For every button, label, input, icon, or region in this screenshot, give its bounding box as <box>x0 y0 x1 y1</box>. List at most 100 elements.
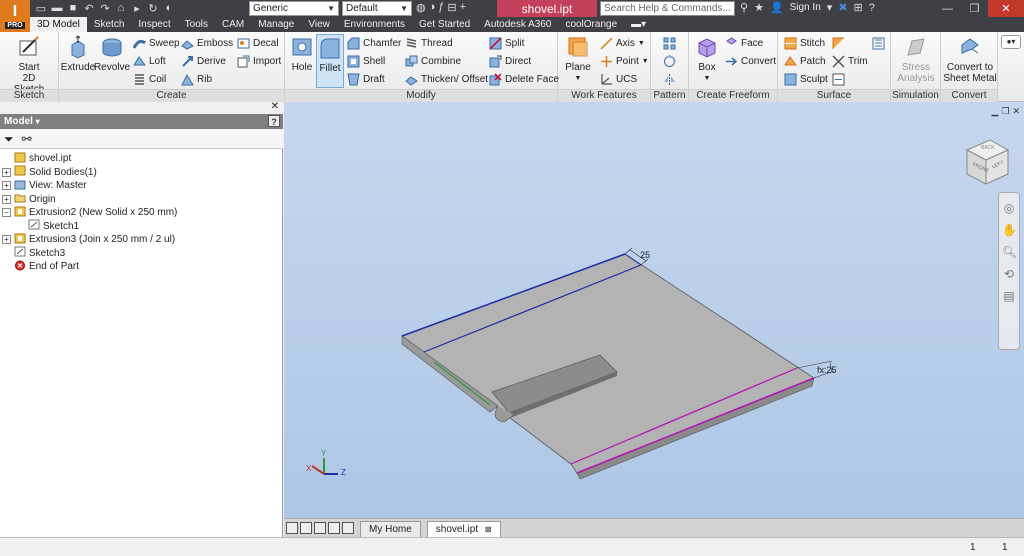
stitch-button[interactable]: Stitch <box>784 35 825 51</box>
trim-button[interactable]: Trim <box>832 53 868 69</box>
ucs-button[interactable]: UCS <box>600 71 637 87</box>
tree-node[interactable]: End of Part <box>2 260 177 274</box>
close-icon[interactable]: ⊠ <box>485 525 492 534</box>
mirror-button[interactable] <box>663 71 676 87</box>
tree-node[interactable]: + Origin <box>2 193 177 207</box>
tab-manage[interactable]: Manage <box>251 17 301 32</box>
pan-hand-icon[interactable]: ✋ <box>1002 223 1017 237</box>
close-icon[interactable]: ✕ <box>988 0 1024 17</box>
exchange-x-icon[interactable]: ✖ <box>838 1 847 14</box>
revolve-button[interactable]: Revolve <box>94 35 130 73</box>
face-button[interactable]: Face <box>725 35 763 51</box>
decal-button[interactable]: Decal <box>237 35 279 51</box>
restore-icon[interactable]: ❐ <box>961 0 988 17</box>
tree-node[interactable]: Sketch1 <box>2 219 177 234</box>
tab-shovel-ipt[interactable]: shovel.ipt ⊠ <box>426 521 501 537</box>
add-icon[interactable]: + <box>460 1 466 14</box>
direct-button[interactable]: Direct <box>489 53 531 69</box>
document-list-icon[interactable] <box>342 522 354 534</box>
tile-vertical-icon[interactable] <box>300 522 312 534</box>
expand-icon[interactable]: + <box>2 167 11 177</box>
rib-button[interactable]: Rib <box>181 71 212 87</box>
graphics-viewport[interactable]: ▁ ❐ ✕ 25 fx:25 X Y Z FRONT LEFT BACK ◎ ✋… <box>284 102 1024 518</box>
tab-view[interactable]: View <box>301 17 337 32</box>
arrange-icon[interactable] <box>328 522 340 534</box>
expand-icon[interactable]: + <box>2 194 11 204</box>
convert-to-sheet-metal-button[interactable]: Convert to Sheet Metal <box>942 35 998 84</box>
tab-coolorange[interactable]: coolOrange <box>558 17 624 32</box>
expand-icon[interactable]: + <box>2 181 11 191</box>
filter-icon[interactable]: ⏷ <box>4 132 14 146</box>
favorite-star-icon[interactable]: ★ <box>754 1 764 14</box>
axis-button[interactable]: Axis ▼ <box>600 35 645 51</box>
rectangular-pattern-button[interactable] <box>663 35 676 51</box>
new-file-icon[interactable]: ▭ <box>34 1 48 15</box>
help-icon[interactable]: ? <box>268 115 280 127</box>
combine-button[interactable]: Combine <box>405 53 461 69</box>
tree-node[interactable]: + View: Master <box>2 179 177 193</box>
tree-node[interactable]: + Solid Bodies(1) <box>2 165 177 180</box>
box-button[interactable]: Box ▼ <box>693 35 721 84</box>
home-icon[interactable]: ⌂ <box>114 1 128 15</box>
tree-node[interactable]: shovel.ipt <box>2 152 177 166</box>
browser-header[interactable]: Model ▾ ? <box>0 114 283 129</box>
zoom-icon[interactable]: 🔍︎ <box>1002 245 1017 259</box>
binoculars-icon[interactable]: ⚲ <box>740 1 748 14</box>
thread-button[interactable]: Thread <box>405 35 453 51</box>
draft-button[interactable]: Draft <box>347 71 385 87</box>
start-2d-sketch-button[interactable]: Start 2D Sketch <box>6 35 52 95</box>
import-button[interactable]: Import <box>237 53 281 69</box>
material-icon[interactable]: ◐ <box>162 1 176 15</box>
coil-button[interactable]: Coil <box>133 71 166 87</box>
loft-button[interactable]: Loft <box>133 53 166 69</box>
parameters-icon[interactable]: ƒ <box>438 1 444 14</box>
delete-face-button[interactable]: Delete Face <box>489 71 559 87</box>
ruled-surface-button[interactable] <box>872 35 885 51</box>
tab-sketch[interactable]: Sketch <box>87 17 132 32</box>
hole-button[interactable]: Hole <box>288 35 316 73</box>
tab-cam[interactable]: CAM <box>215 17 251 32</box>
close-icon[interactable]: ✕ <box>271 101 279 112</box>
derive-button[interactable]: Derive <box>181 53 226 69</box>
tile-horizontal-icon[interactable] <box>286 522 298 534</box>
shell-button[interactable]: Shell <box>347 53 385 69</box>
adjust-icon[interactable]: ◑ <box>429 1 436 14</box>
thicken-offset-button[interactable]: Thicken/ Offset <box>405 71 488 87</box>
redo-icon[interactable]: ↷ <box>98 1 112 15</box>
tree-node[interactable]: Sketch3 <box>2 246 177 261</box>
chevron-down-icon[interactable]: ▾ <box>827 1 833 14</box>
appearance-combo[interactable]: Default ▼ <box>342 1 412 16</box>
collapse-icon[interactable]: − <box>2 208 11 218</box>
save-icon[interactable]: ■ <box>66 1 80 15</box>
look-at-icon[interactable]: ▤ <box>1002 289 1016 303</box>
ribbon-more-button[interactable]: ●▾ <box>1001 35 1021 49</box>
steering-wheel-icon[interactable]: ◎ <box>1002 201 1016 215</box>
tree-node[interactable]: − Extrusion2 (New Solid x 250 mm) <box>2 206 177 220</box>
appearance-clear-icon[interactable]: ◍ <box>416 1 426 14</box>
sculpt-button[interactable]: Sculpt <box>784 71 828 87</box>
fillet-button[interactable]: Fillet <box>316 34 344 88</box>
chamfer-button[interactable]: Chamfer <box>347 35 401 51</box>
plane-button[interactable]: Plane ▼ <box>562 35 594 84</box>
tab-3d-model[interactable]: 3D Model <box>30 17 87 32</box>
circular-pattern-button[interactable] <box>663 53 676 69</box>
search-input[interactable]: Search Help & Commands... <box>600 1 735 16</box>
expand-icon[interactable]: + <box>2 235 11 245</box>
tab-get-started[interactable]: Get Started <box>412 17 477 32</box>
tab-autodesk-a360[interactable]: Autodesk A360 <box>477 17 558 32</box>
application-menu-button[interactable]: I PRO <box>0 0 30 32</box>
stress-analysis-button[interactable]: Stress Analysis <box>893 35 939 84</box>
dimension-25-label[interactable]: 25 <box>640 250 650 260</box>
undo-icon[interactable]: ↶ <box>82 1 96 15</box>
measure-icon[interactable]: ⊟ <box>447 1 456 14</box>
sweep-button[interactable]: Sweep <box>133 35 180 51</box>
help-icon[interactable]: ? <box>869 2 875 14</box>
ribbon-options-icon[interactable]: ▬▾ <box>624 17 653 32</box>
point-button[interactable]: Point ▼ <box>600 53 649 69</box>
sign-in-link[interactable]: Sign In <box>790 2 821 13</box>
cascade-icon[interactable] <box>314 522 326 534</box>
tab-tools[interactable]: Tools <box>178 17 215 32</box>
orbit-icon[interactable]: ⟲ <box>1002 267 1016 281</box>
tab-inspect[interactable]: Inspect <box>131 17 177 32</box>
select-icon[interactable]: ▸ <box>130 1 144 15</box>
